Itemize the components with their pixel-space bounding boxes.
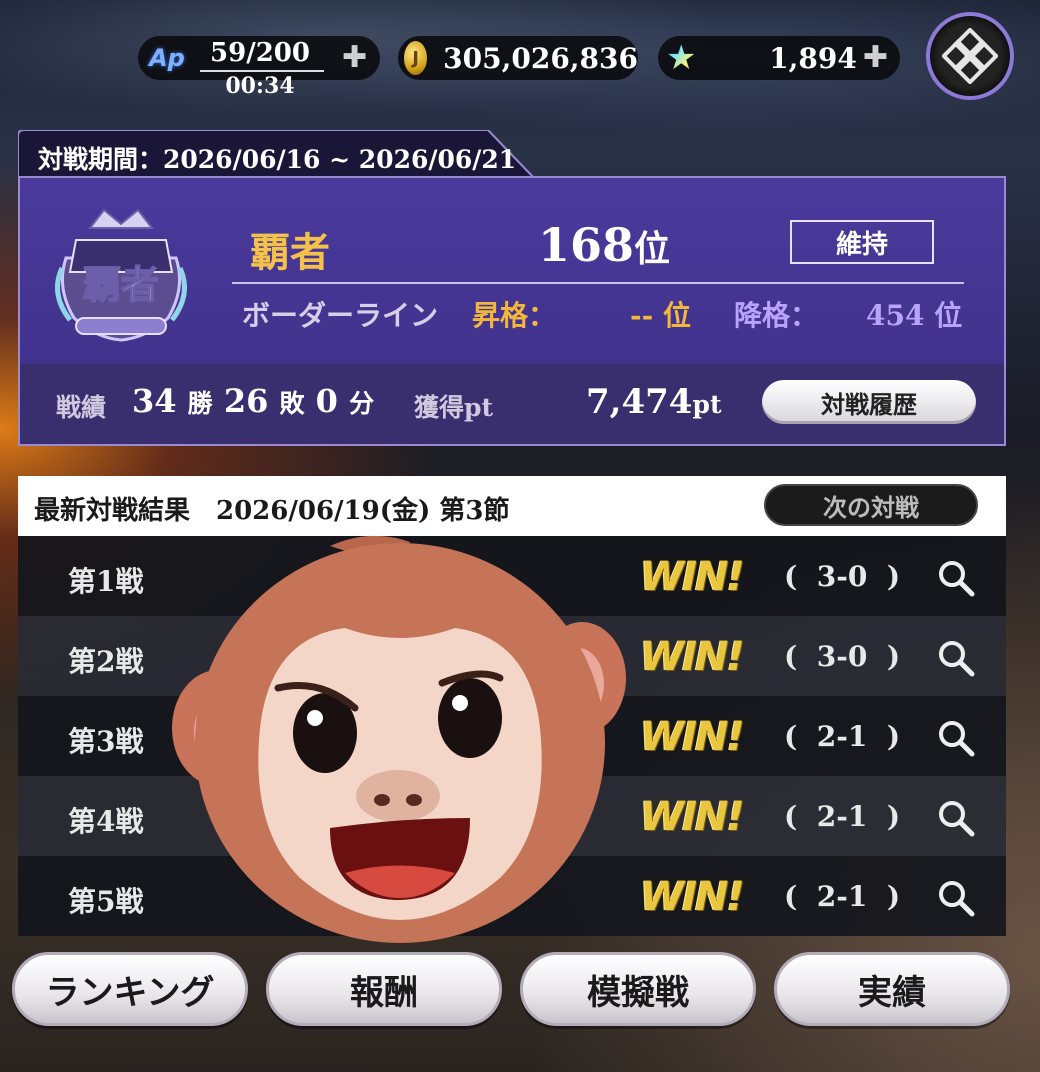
battle-period-text: 対戦期間：2026/06/16 ~ 2026/06/21: [38, 145, 517, 174]
magnify-icon[interactable]: [936, 798, 976, 838]
monkey-face-sticker: [172, 535, 626, 943]
promotion-value: -- 位: [630, 299, 691, 332]
ap-icon: Ap: [149, 44, 185, 72]
knot-emblem-icon: [942, 28, 998, 84]
demotion-value: 454 位: [866, 299, 963, 332]
ap-stamina-bar[interactable]: Ap 59/200 00:34 ✚: [138, 36, 380, 99]
next-battle-button[interactable]: 次の対戦: [764, 484, 978, 526]
points-unit: pt: [692, 390, 722, 419]
ap-display: 59/200 00:34: [190, 36, 330, 99]
battle-history-button[interactable]: 対戦履歴: [762, 380, 976, 424]
win-badge: WIN!: [640, 874, 745, 920]
rank-unit: 位: [634, 228, 671, 270]
latest-results-title: 最新対戦結果 2026/06/19(金) 第3節: [34, 496, 510, 526]
star-gem-amount: 1,894: [769, 41, 857, 75]
mock-battle-button[interactable]: 模擬戦: [520, 952, 756, 1026]
star-gem-icon: ★: [666, 38, 697, 78]
star-add-icon[interactable]: ✚: [863, 43, 888, 73]
win-badge: WIN!: [640, 554, 745, 600]
record-value: 34 勝 26 敗 0 分: [132, 382, 374, 420]
losses-count: 26: [223, 382, 269, 420]
rank-summary: 覇者 覇者 168位 維持 ボーダーライン 昇格： -- 位 降格： 454 位: [20, 178, 1004, 364]
magnify-icon[interactable]: [936, 558, 976, 598]
coin-amount: 305,026,836: [443, 41, 638, 75]
battle-period-tab: 対戦期間：2026/06/16 ~ 2026/06/21: [18, 130, 538, 178]
battle-score: ( 2-1 ): [784, 880, 901, 913]
border-line-label: ボーダーライン: [242, 299, 439, 332]
magnify-icon[interactable]: [936, 718, 976, 758]
coin-bar: J 305,026,836: [398, 36, 638, 80]
svg-text:覇者: 覇者: [83, 262, 159, 307]
win-badge: WIN!: [640, 794, 745, 840]
ap-underline: [200, 70, 324, 72]
battle-label: 第3戦: [68, 725, 144, 758]
latest-results-header: 最新対戦結果 2026/06/19(金) 第3節 次の対戦: [18, 476, 1006, 536]
rank-status-badge: 維持: [790, 220, 934, 264]
battle-score: ( 2-1 ): [784, 800, 901, 833]
class-emblem: 覇者: [46, 198, 196, 348]
ap-timer: 00:34: [225, 73, 295, 99]
menu-emblem-button[interactable]: [926, 12, 1014, 100]
magnify-icon[interactable]: [936, 638, 976, 678]
battle-label: 第1戦: [68, 565, 144, 598]
battle-label: 第4戦: [68, 805, 144, 838]
coin-icon: J: [404, 41, 428, 75]
points-label: 獲得pt: [414, 393, 494, 422]
promotion-label: 昇格：: [472, 299, 557, 332]
battle-score: ( 3-0 ): [784, 640, 901, 673]
wins-unit: 勝: [187, 389, 213, 418]
ranking-button[interactable]: ランキング: [12, 952, 248, 1026]
battle-label: 第5戦: [68, 885, 144, 918]
class-name: 覇者: [250, 229, 330, 276]
battle-score: ( 3-0 ): [784, 560, 901, 593]
demotion-label: 降格：: [734, 299, 819, 332]
losses-unit: 敗: [279, 389, 305, 418]
win-badge: WIN!: [640, 714, 745, 760]
current-rank: 168位: [538, 218, 670, 272]
battle-score: ( 2-1 ): [784, 720, 901, 753]
win-badge: WIN!: [640, 634, 745, 680]
star-gem-bar[interactable]: ★ 1,894 ✚: [658, 36, 900, 80]
draws-count: 0: [315, 382, 338, 420]
record-row: 戦績 34 勝 26 敗 0 分 獲得pt 7,474pt 対戦履歴: [20, 364, 1004, 444]
rank-number: 168: [538, 218, 635, 272]
reward-button[interactable]: 報酬: [266, 952, 502, 1026]
achievements-button[interactable]: 実績: [774, 952, 1010, 1026]
ap-add-icon[interactable]: ✚: [342, 43, 367, 73]
ap-value: 59/200: [210, 38, 310, 68]
draws-unit: 分: [349, 389, 375, 418]
rank-panel: 覇者 覇者 168位 維持 ボーダーライン 昇格： -- 位 降格： 454 位…: [18, 176, 1006, 446]
rank-divider: [232, 282, 964, 284]
record-label: 戦績: [56, 393, 107, 422]
points-number: 7,474: [586, 382, 693, 422]
wins-count: 34: [132, 382, 177, 420]
points-value: 7,474pt: [586, 382, 722, 422]
magnify-icon[interactable]: [936, 878, 976, 918]
battle-label: 第2戦: [68, 645, 144, 678]
